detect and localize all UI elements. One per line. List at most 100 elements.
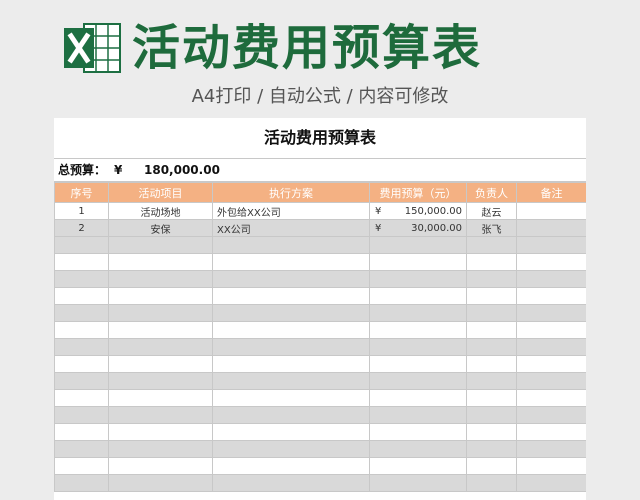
cell-budget[interactable]	[369, 406, 467, 424]
cell-owner[interactable]	[466, 236, 517, 254]
cell-note[interactable]	[516, 304, 586, 322]
cell-budget[interactable]	[369, 355, 467, 373]
cell-no[interactable]	[54, 321, 109, 339]
cell-owner[interactable]	[466, 406, 517, 424]
cell-owner[interactable]	[466, 270, 517, 288]
cell-note[interactable]	[516, 423, 586, 441]
cell-note[interactable]	[516, 389, 586, 407]
cell-plan[interactable]	[212, 236, 370, 254]
cell-budget[interactable]	[369, 270, 467, 288]
column-header-plan[interactable]: 执行方案	[212, 182, 370, 203]
cell-budget[interactable]: ¥ 30,000.00	[369, 219, 467, 237]
cell-budget[interactable]	[369, 440, 467, 458]
cell-budget[interactable]	[369, 253, 467, 271]
cell-item[interactable]	[108, 287, 213, 305]
cell-item[interactable]	[108, 389, 213, 407]
cell-no[interactable]	[54, 355, 109, 373]
cell-item[interactable]: 安保	[108, 219, 213, 237]
cell-owner[interactable]: 张飞	[466, 219, 517, 237]
cell-plan[interactable]	[212, 474, 370, 492]
cell-item[interactable]	[108, 440, 213, 458]
cell-plan[interactable]	[212, 270, 370, 288]
column-header-owner[interactable]: 负责人	[466, 182, 517, 203]
cell-note[interactable]	[516, 253, 586, 271]
column-header-no[interactable]: 序号	[54, 182, 109, 203]
cell-note[interactable]	[516, 219, 586, 237]
column-header-item[interactable]: 活动项目	[108, 182, 213, 203]
cell-no[interactable]	[54, 304, 109, 322]
cell-owner[interactable]	[466, 253, 517, 271]
cell-no[interactable]	[54, 270, 109, 288]
cell-item[interactable]	[108, 406, 213, 424]
cell-plan[interactable]	[212, 372, 370, 390]
cell-plan[interactable]	[212, 389, 370, 407]
cell-plan[interactable]	[212, 304, 370, 322]
cell-no[interactable]	[54, 236, 109, 254]
cell-no[interactable]	[54, 372, 109, 390]
cell-owner[interactable]	[466, 338, 517, 356]
cell-budget[interactable]	[369, 423, 467, 441]
cell-no[interactable]: 2	[54, 219, 109, 237]
cell-owner[interactable]	[466, 389, 517, 407]
cell-note[interactable]	[516, 457, 586, 475]
cell-budget[interactable]	[369, 321, 467, 339]
cell-note[interactable]	[516, 287, 586, 305]
cell-note[interactable]	[516, 406, 586, 424]
cell-item[interactable]	[108, 338, 213, 356]
cell-plan[interactable]	[212, 423, 370, 441]
column-header-note[interactable]: 备注	[516, 182, 586, 203]
cell-no[interactable]	[54, 406, 109, 424]
cell-note[interactable]	[516, 236, 586, 254]
cell-budget[interactable]: ¥ 150,000.00	[369, 202, 467, 220]
cell-plan[interactable]	[212, 440, 370, 458]
cell-no[interactable]	[54, 253, 109, 271]
cell-plan[interactable]	[212, 287, 370, 305]
cell-item[interactable]	[108, 423, 213, 441]
cell-budget[interactable]	[369, 389, 467, 407]
cell-owner[interactable]	[466, 474, 517, 492]
cell-no[interactable]	[54, 423, 109, 441]
cell-plan[interactable]: 外包给XX公司	[212, 202, 370, 220]
cell-owner[interactable]	[466, 304, 517, 322]
cell-no[interactable]	[54, 440, 109, 458]
cell-no[interactable]	[54, 389, 109, 407]
cell-item[interactable]	[108, 321, 213, 339]
cell-plan[interactable]	[212, 457, 370, 475]
cell-budget[interactable]	[369, 287, 467, 305]
cell-note[interactable]	[516, 440, 586, 458]
cell-owner[interactable]: 赵云	[466, 202, 517, 220]
cell-owner[interactable]	[466, 321, 517, 339]
cell-note[interactable]	[516, 202, 586, 220]
cell-no[interactable]	[54, 457, 109, 475]
cell-item[interactable]	[108, 457, 213, 475]
cell-note[interactable]	[516, 355, 586, 373]
cell-item[interactable]	[108, 372, 213, 390]
cell-owner[interactable]	[466, 372, 517, 390]
cell-plan[interactable]	[212, 253, 370, 271]
cell-no[interactable]	[54, 474, 109, 492]
cell-no[interactable]	[54, 338, 109, 356]
cell-item[interactable]	[108, 253, 213, 271]
cell-budget[interactable]	[369, 236, 467, 254]
total-budget-value[interactable]: 180,000.00	[144, 159, 220, 181]
cell-budget[interactable]	[369, 304, 467, 322]
cell-budget[interactable]	[369, 338, 467, 356]
cell-item[interactable]	[108, 270, 213, 288]
cell-item[interactable]	[108, 236, 213, 254]
cell-plan[interactable]	[212, 321, 370, 339]
cell-budget[interactable]	[369, 474, 467, 492]
cell-no[interactable]	[54, 287, 109, 305]
cell-owner[interactable]	[466, 457, 517, 475]
cell-owner[interactable]	[466, 440, 517, 458]
cell-owner[interactable]	[466, 355, 517, 373]
cell-note[interactable]	[516, 321, 586, 339]
cell-owner[interactable]	[466, 423, 517, 441]
cell-note[interactable]	[516, 270, 586, 288]
cell-plan[interactable]	[212, 355, 370, 373]
cell-note[interactable]	[516, 474, 586, 492]
cell-plan[interactable]: XX公司	[212, 219, 370, 237]
cell-no[interactable]: 1	[54, 202, 109, 220]
cell-owner[interactable]	[466, 287, 517, 305]
cell-note[interactable]	[516, 372, 586, 390]
cell-item[interactable]	[108, 474, 213, 492]
